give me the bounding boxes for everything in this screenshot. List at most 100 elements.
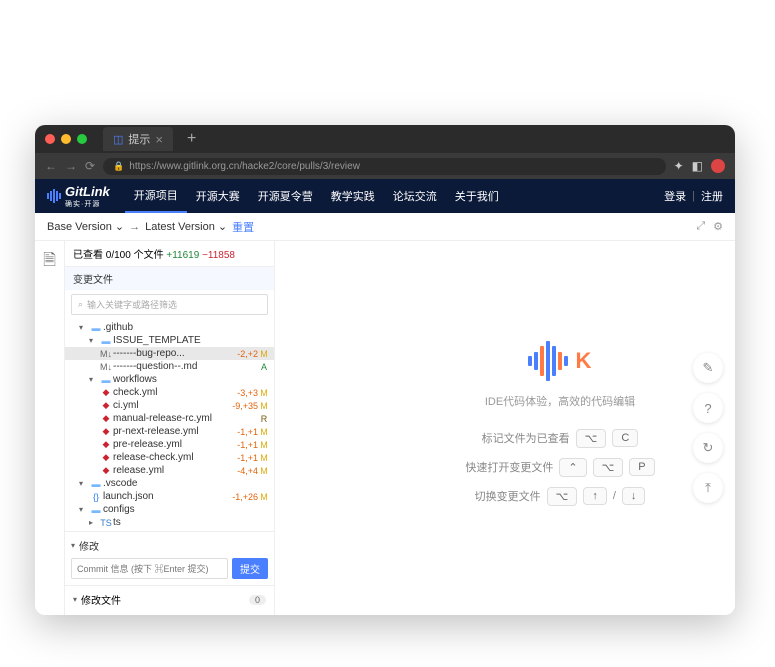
tree-file[interactable]: ◆release-check.yml-1,+1M (65, 451, 274, 464)
modified-files-header[interactable]: ▾ 修改文件 0 (65, 585, 274, 613)
tree-file[interactable]: ◆release.yml-4,+4M (65, 464, 274, 477)
tree-folder[interactable]: ▾▬ISSUE_TEMPLATE (65, 334, 274, 347)
scroll-top-button[interactable]: ⤒ (693, 473, 723, 503)
tree-file[interactable]: {}launch.json-1,+26M (65, 490, 274, 503)
nav-item[interactable]: 开源夏令营 (249, 179, 322, 213)
extensions-icon[interactable]: ✦ (674, 159, 684, 173)
window-maximize[interactable] (77, 134, 87, 144)
tab-favicon: ◫ (113, 133, 123, 146)
url-text: https://www.gitlink.org.cn/hacke2/core/p… (129, 161, 360, 172)
reload-icon[interactable]: ⟳ (85, 159, 95, 173)
version-bar: Base Version ⌄ → Latest Version ⌄ 重置 ⤢ ⚙ (35, 213, 735, 241)
logo-bars-icon (47, 189, 61, 203)
bookmark-icon[interactable]: ◧ (692, 159, 703, 173)
files-icon[interactable]: 🗎 (35, 249, 64, 276)
logo-text: K (576, 348, 593, 374)
tree-file[interactable]: M↓-------question--.mdA (65, 360, 274, 373)
settings-icon[interactable]: ⚙ (713, 220, 723, 233)
auth-links: 登录 | 注册 (664, 188, 723, 204)
content: 🗎 已查看 0/100 个文件 +11619 −11858 变更文件 ⌕ 输入关… (35, 241, 735, 615)
shortcut-row: 标记文件为已查看 ⌥ C (482, 429, 639, 448)
key: ↓ (622, 487, 646, 505)
search-placeholder: 输入关键字或路径筛选 (87, 298, 177, 311)
feedback-button[interactable]: ✎ (693, 353, 723, 383)
lines-added: +11619 (166, 250, 199, 261)
logo-bars-icon (528, 341, 568, 381)
refresh-button[interactable]: ↻ (693, 433, 723, 463)
expand-icon[interactable]: ⤢ (696, 220, 705, 233)
forward-icon[interactable]: → (65, 159, 77, 173)
tree-file[interactable]: ◆ci.yml-9,+35M (65, 399, 274, 412)
register-link[interactable]: 注册 (701, 188, 723, 204)
lock-icon: 🔒 (113, 161, 124, 172)
titlebar: ◫ 提示 × + (35, 125, 735, 153)
new-tab-button[interactable]: + (187, 130, 196, 148)
mod-count-badge: 0 (249, 595, 266, 605)
base-version-dropdown[interactable]: Base Version ⌄ (47, 220, 124, 233)
nav-item[interactable]: 论坛交流 (384, 179, 446, 213)
commit-header[interactable]: ▾修改 (71, 538, 268, 553)
main-panel: K IDE代码体验，高效的代码编辑 标记文件为已查看 ⌥ C 快速打开变更文件 … (385, 241, 735, 615)
latest-version-dropdown[interactable]: Latest Version ⌄ (145, 220, 227, 233)
brand-slogan: 确实·开源 (65, 199, 110, 209)
address-input[interactable]: 🔒 https://www.gitlink.org.cn/hacke2/core… (103, 158, 666, 175)
browser-window: ◫ 提示 × + ← → ⟳ 🔒 https://www.gitlink.org… (35, 125, 735, 615)
key: C (612, 429, 638, 447)
search-icon: ⌕ (78, 299, 83, 310)
brand-name: GitLink (65, 184, 110, 199)
back-icon[interactable]: ← (45, 159, 57, 173)
tree-folder[interactable]: ▾▬.github (65, 321, 274, 334)
nav-item[interactable]: 关于我们 (446, 179, 508, 213)
shortcut-label: 快速打开变更文件 (465, 459, 553, 475)
shortcut-row: 切换变更文件 ⌥ ↑ / ↓ (475, 487, 646, 506)
browser-tab[interactable]: ◫ 提示 × (103, 127, 173, 151)
tree-file[interactable]: ◆manual-release-rc.ymlR (65, 412, 274, 425)
floating-buttons: ✎ ? ↻ ⤒ (693, 353, 723, 503)
main-nav: 开源项目 开源大赛 开源夏令营 教学实践 论坛交流 关于我们 (125, 179, 508, 213)
key: ⌥ (547, 487, 578, 506)
separator: / (613, 490, 616, 502)
tree-file[interactable]: ◆check.yml-3,+3M (65, 386, 274, 399)
file-search-input[interactable]: ⌕ 输入关键字或路径筛选 (71, 294, 268, 315)
arrow-icon: → (129, 221, 140, 233)
lines-removed: −11858 (202, 250, 235, 261)
shortcut-row: 快速打开变更文件 ⌃ ⌥ P (465, 458, 654, 477)
changed-files-header: 变更文件 (65, 267, 274, 290)
login-link[interactable]: 登录 (664, 188, 686, 204)
diff-stats: 已查看 0/100 个文件 +11619 −11858 (65, 241, 274, 267)
tab-title: 提示 (128, 131, 150, 147)
activity-bar: 🗎 (35, 241, 65, 615)
welcome-logo: K (528, 341, 593, 381)
key: ⌥ (593, 458, 624, 477)
help-button[interactable]: ? (693, 393, 723, 423)
site-logo[interactable]: GitLink 确实·开源 (47, 184, 110, 209)
avatar-icon[interactable] (711, 159, 725, 173)
url-bar: ← → ⟳ 🔒 https://www.gitlink.org.cn/hacke… (35, 153, 735, 179)
file-tree: ▾▬.github ▾▬ISSUE_TEMPLATE M↓-------bug-… (65, 319, 274, 531)
window-minimize[interactable] (61, 134, 71, 144)
tab-close-icon[interactable]: × (155, 132, 163, 147)
commit-message-input[interactable] (71, 558, 228, 579)
shortcut-label: 切换变更文件 (475, 488, 541, 504)
sidebar: 已查看 0/100 个文件 +11619 −11858 变更文件 ⌕ 输入关键字… (65, 241, 275, 615)
shortcut-label: 标记文件为已查看 (482, 430, 570, 446)
tree-file[interactable]: ◆pre-release.yml-1,+1M (65, 438, 274, 451)
tree-file[interactable]: ◆pr-next-release.yml-1,+1M (65, 425, 274, 438)
tagline: IDE代码体验，高效的代码编辑 (485, 393, 635, 409)
nav-item[interactable]: 开源大赛 (187, 179, 249, 213)
tree-folder[interactable]: ▾▬configs (65, 503, 274, 516)
tree-folder[interactable]: ▾▬workflows (65, 373, 274, 386)
separator: | (692, 190, 695, 202)
tree-file[interactable]: M↓-------bug-repo...-2,+2M (65, 347, 274, 360)
tree-folder[interactable]: ▾▬.vscode (65, 477, 274, 490)
key: P (629, 458, 654, 476)
tree-folder[interactable]: ▸TSts (65, 516, 274, 529)
nav-item[interactable]: 教学实践 (322, 179, 384, 213)
commit-button[interactable]: 提交 (232, 558, 268, 579)
reset-link[interactable]: 重置 (232, 219, 254, 235)
window-close[interactable] (45, 134, 55, 144)
key: ⌃ (559, 458, 586, 477)
key: ⌥ (576, 429, 607, 448)
commit-section: ▾修改 提交 (65, 531, 274, 585)
nav-item[interactable]: 开源项目 (125, 179, 187, 213)
